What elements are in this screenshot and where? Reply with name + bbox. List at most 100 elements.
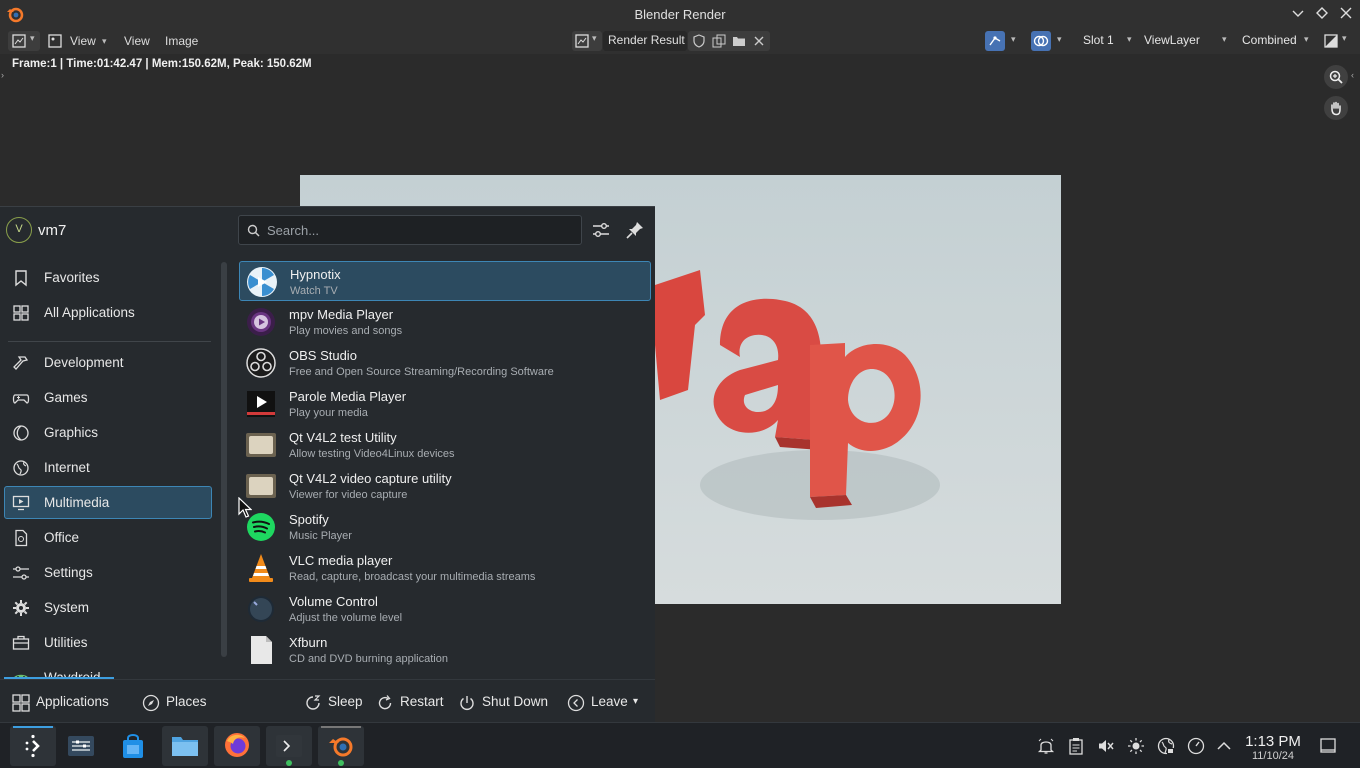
taskbar-settings[interactable] bbox=[58, 726, 104, 766]
pin-icon[interactable] bbox=[624, 219, 646, 241]
category-scrollbar[interactable] bbox=[221, 262, 227, 657]
app-description: Adjust the volume level bbox=[289, 612, 403, 624]
restart-button[interactable]: Restart bbox=[376, 693, 446, 713]
category-games[interactable]: Games bbox=[4, 381, 212, 414]
close-icon[interactable] bbox=[752, 34, 766, 48]
category-internet[interactable]: Internet bbox=[4, 451, 212, 484]
active-indicator bbox=[321, 726, 361, 728]
username: vm7 bbox=[38, 222, 67, 239]
slot-dropdown[interactable]: Slot 1 ▾ bbox=[1077, 31, 1137, 51]
avatar[interactable]: V bbox=[6, 217, 32, 243]
app-name: Xfburn bbox=[289, 635, 328, 650]
slot-label: Slot 1 bbox=[1083, 33, 1114, 47]
list-item-obs-studio[interactable]: OBS Studio Free and Open Source Streamin… bbox=[239, 343, 651, 383]
list-item-vlc[interactable]: VLC media player Read, capture, broadcas… bbox=[239, 548, 651, 588]
compass-icon bbox=[142, 694, 160, 712]
search-box[interactable] bbox=[238, 215, 582, 245]
system-settings-icon bbox=[68, 736, 94, 756]
right-sidebar-toggle-icon[interactable]: ‹ bbox=[1351, 70, 1354, 80]
duplicate-icon[interactable] bbox=[712, 34, 726, 48]
maximize-button[interactable] bbox=[1312, 4, 1332, 24]
taskbar-blender[interactable] bbox=[318, 726, 364, 766]
pan-tool-button[interactable] bbox=[1324, 96, 1348, 120]
close-icon bbox=[1340, 7, 1352, 19]
list-item-qv4l2[interactable]: Qt V4L2 test Utility Allow testing Video… bbox=[239, 425, 651, 465]
view-mode-dropdown[interactable]: View ▾ bbox=[48, 32, 112, 50]
brightness-icon[interactable] bbox=[1127, 737, 1145, 755]
category-office[interactable]: Office bbox=[4, 521, 212, 554]
leave-button[interactable]: Leave ▾ bbox=[567, 693, 647, 713]
category-label: Office bbox=[44, 530, 80, 545]
taskbar-terminal[interactable] bbox=[266, 726, 312, 766]
application-launcher: V vm7 Favorites All Applications Develop… bbox=[0, 206, 655, 723]
parole-icon bbox=[247, 391, 275, 417]
volume-muted-icon[interactable] bbox=[1097, 737, 1115, 755]
chevron-down-icon: ▾ bbox=[1127, 34, 1132, 44]
taskbar-file-manager[interactable] bbox=[162, 726, 208, 766]
chevron-down-icon: ▾ bbox=[1057, 34, 1062, 44]
configure-icon[interactable] bbox=[590, 219, 612, 241]
shield-icon[interactable] bbox=[692, 34, 706, 48]
list-item-qvidcap[interactable]: Qt V4L2 video capture utility Viewer for… bbox=[239, 466, 651, 506]
network-icon[interactable] bbox=[1157, 737, 1175, 755]
firefox-icon bbox=[225, 733, 249, 757]
sleep-button[interactable]: Sleep bbox=[304, 693, 364, 713]
view-menu[interactable]: View bbox=[124, 32, 150, 50]
image-name-field[interactable]: Render Result bbox=[603, 31, 687, 51]
category-development[interactable]: Development bbox=[4, 346, 212, 379]
category-label: Settings bbox=[44, 565, 93, 580]
clock-date[interactable]: 11/10/24 bbox=[1236, 750, 1310, 762]
render-pass-dropdown[interactable]: Combined ▾ bbox=[1236, 31, 1316, 51]
view-layer-label: ViewLayer bbox=[1144, 33, 1200, 47]
close-button[interactable] bbox=[1336, 4, 1356, 24]
gizmo-toggle[interactable]: ▾ bbox=[985, 31, 1021, 51]
minimize-button[interactable] bbox=[1288, 4, 1308, 24]
list-item-volume-control[interactable]: Volume Control Adjust the volume level bbox=[239, 589, 651, 629]
list-item-mpv[interactable]: mpv Media Player Play movies and songs bbox=[239, 302, 651, 342]
app-name: Qt V4L2 video capture utility bbox=[289, 471, 452, 486]
list-item-spotify[interactable]: Spotify Music Player bbox=[239, 507, 651, 547]
image-menu[interactable]: Image bbox=[165, 32, 198, 50]
clipboard-icon[interactable] bbox=[1067, 737, 1085, 755]
taskbar-firefox[interactable] bbox=[214, 726, 260, 766]
zoom-tool-button[interactable] bbox=[1324, 65, 1348, 89]
launcher-header: V vm7 bbox=[0, 207, 655, 253]
taskbar: 1:13 PM 11/10/24 bbox=[0, 722, 1360, 768]
search-input[interactable] bbox=[267, 216, 577, 244]
app-name: Parole Media Player bbox=[289, 389, 407, 404]
display-channels-dropdown[interactable]: ▾ bbox=[1322, 31, 1354, 51]
list-item-xfburn[interactable]: Xfburn CD and DVD burning application bbox=[239, 630, 651, 670]
category-system[interactable]: System bbox=[4, 591, 212, 624]
diamond-icon bbox=[1316, 7, 1328, 19]
view-layer-dropdown[interactable]: ViewLayer ▾ bbox=[1138, 31, 1234, 51]
gamepad-icon bbox=[12, 394, 30, 404]
image-browse-button[interactable]: ▾ bbox=[572, 31, 602, 51]
notifications-bell-icon[interactable] bbox=[1037, 737, 1055, 755]
category-graphics[interactable]: Graphics bbox=[4, 416, 212, 449]
folder-icon[interactable] bbox=[732, 34, 746, 48]
launcher-button[interactable] bbox=[10, 726, 56, 766]
app-description: Watch TV bbox=[290, 285, 338, 297]
category-favorites[interactable]: Favorites bbox=[4, 261, 212, 294]
list-item-parole[interactable]: Parole Media Player Play your media bbox=[239, 384, 651, 424]
chevron-up-icon[interactable] bbox=[1215, 737, 1233, 755]
category-settings[interactable]: Settings bbox=[4, 556, 212, 589]
list-item-hypnotix[interactable]: Hypnotix Watch TV bbox=[239, 261, 651, 301]
overlay-toggle[interactable]: ▾ bbox=[1031, 31, 1067, 51]
clock-time[interactable]: 1:13 PM bbox=[1236, 733, 1310, 750]
qv4l2-icon bbox=[246, 433, 276, 457]
category-all-applications[interactable]: All Applications bbox=[4, 296, 212, 329]
taskbar-discover[interactable] bbox=[110, 726, 156, 766]
update-gauge-icon[interactable] bbox=[1187, 737, 1205, 755]
left-sidebar-toggle-icon[interactable]: › bbox=[1, 70, 4, 80]
category-multimedia[interactable]: Multimedia bbox=[4, 486, 212, 519]
places-tab[interactable]: Places bbox=[142, 693, 212, 713]
editor-type-button[interactable]: ▾ bbox=[8, 31, 40, 51]
view-mode-label: View bbox=[70, 34, 96, 48]
category-utilities[interactable]: Utilities bbox=[4, 626, 212, 659]
show-desktop-icon[interactable] bbox=[1319, 737, 1337, 755]
chevron-down-icon: ▾ bbox=[1011, 34, 1016, 44]
shutdown-button[interactable]: Shut Down bbox=[458, 693, 552, 713]
applications-tab[interactable]: Applications bbox=[12, 693, 116, 713]
render-stats: Frame:1 | Time:01:42.47 | Mem:150.62M, P… bbox=[12, 58, 312, 70]
